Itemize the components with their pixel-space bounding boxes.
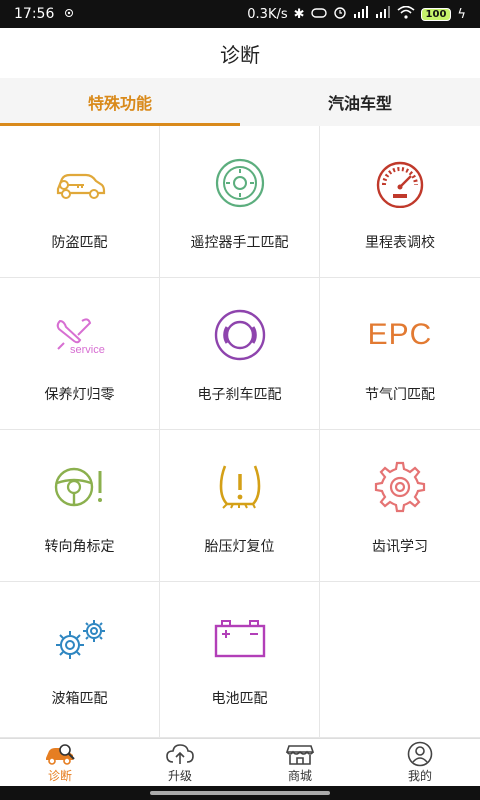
status-time: 17:56	[14, 6, 55, 22]
epc-icon: EPC	[367, 310, 433, 360]
gear-icon	[370, 461, 430, 513]
function-odometer-calibration[interactable]: 里程表调校	[320, 126, 480, 278]
nav-profile[interactable]: 我的	[360, 739, 480, 786]
function-label: 里程表调校	[365, 235, 435, 251]
nav-label: 诊断	[47, 769, 72, 783]
tire-pressure-icon	[210, 462, 270, 512]
charging-icon: ϟ	[457, 6, 466, 22]
nav-upgrade[interactable]: 升级	[120, 739, 240, 786]
odometer-icon	[370, 158, 430, 208]
function-electronic-brake-match[interactable]: 电子刹车匹配	[160, 278, 320, 430]
function-label: 胎压灯复位	[204, 539, 275, 555]
wifi-icon	[397, 5, 415, 23]
function-throttle-match[interactable]: EPC 节气门匹配	[320, 278, 480, 430]
function-tire-pressure-reset[interactable]: 胎压灯复位	[160, 430, 320, 582]
tab-special-functions[interactable]: 特殊功能	[0, 78, 240, 126]
signal-icon-2	[375, 6, 391, 22]
tab-bar: 特殊功能 汽油车型	[0, 78, 480, 126]
bottom-nav: 诊断 升级 商城 我的	[0, 738, 480, 786]
function-gear-learning[interactable]: 齿讯学习	[320, 430, 480, 582]
function-label: 波箱匹配	[51, 691, 108, 707]
nav-label: 我的	[407, 769, 432, 783]
empty-cell	[320, 582, 480, 738]
profile-icon	[407, 741, 433, 767]
brake-icon	[210, 309, 270, 361]
function-battery-match[interactable]: 电池匹配	[160, 582, 320, 738]
tab-gasoline-models[interactable]: 汽油车型	[240, 78, 480, 126]
network-speed: 0.3K/s	[247, 6, 288, 22]
shop-icon	[285, 741, 315, 767]
service-icon-text: service	[70, 344, 105, 356]
car-key-icon	[50, 158, 110, 208]
function-grid: 防盗匹配 遥控器手工匹配 里程表调校 service 保养灯归零 电子刹车匹配 …	[0, 126, 480, 738]
function-remote-manual-match[interactable]: 遥控器手工匹配	[160, 126, 320, 278]
battery-icon	[210, 614, 270, 664]
function-steering-angle-calibration[interactable]: 转向角标定	[0, 430, 160, 582]
function-label: 遥控器手工匹配	[190, 235, 289, 251]
steering-wheel-warning-icon	[50, 462, 110, 512]
nav-shop[interactable]: 商城	[240, 739, 360, 786]
function-label: 转向角标定	[44, 539, 115, 555]
battery-indicator: 100	[420, 7, 452, 21]
vibrate-icon	[310, 7, 327, 22]
bluetooth-icon: ✱	[293, 6, 305, 22]
alarm-icon	[333, 5, 347, 23]
function-gearbox-match[interactable]: 波箱匹配	[0, 582, 160, 738]
function-service-light-reset[interactable]: service 保养灯归零	[0, 278, 160, 430]
page-title: 诊断	[0, 28, 480, 78]
status-bar: 17:56 0.3K/s ✱ 100 ϟ	[0, 0, 480, 28]
nav-label: 商城	[287, 769, 312, 783]
function-anti-theft-match[interactable]: 防盗匹配	[0, 126, 160, 278]
function-label: 电子刹车匹配	[197, 387, 282, 403]
epc-icon-text: EPC	[367, 318, 433, 351]
system-nav-bar	[0, 786, 480, 800]
gears-icon	[50, 614, 110, 664]
function-label: 防盗匹配	[51, 235, 108, 251]
function-label: 齿讯学习	[372, 539, 428, 555]
home-indicator[interactable]	[150, 791, 330, 795]
nav-diagnose[interactable]: 诊断	[0, 739, 120, 786]
diagnose-icon	[43, 741, 77, 767]
remote-control-icon	[210, 158, 270, 208]
cloud-upgrade-icon	[165, 741, 195, 767]
notification-dot-icon	[64, 6, 74, 22]
service-wrench-icon: service	[50, 310, 110, 360]
function-label: 电池匹配	[211, 691, 268, 707]
signal-icon	[353, 6, 369, 22]
function-label: 节气门匹配	[365, 387, 435, 403]
function-label: 保养灯归零	[44, 387, 115, 403]
nav-label: 升级	[167, 769, 192, 783]
